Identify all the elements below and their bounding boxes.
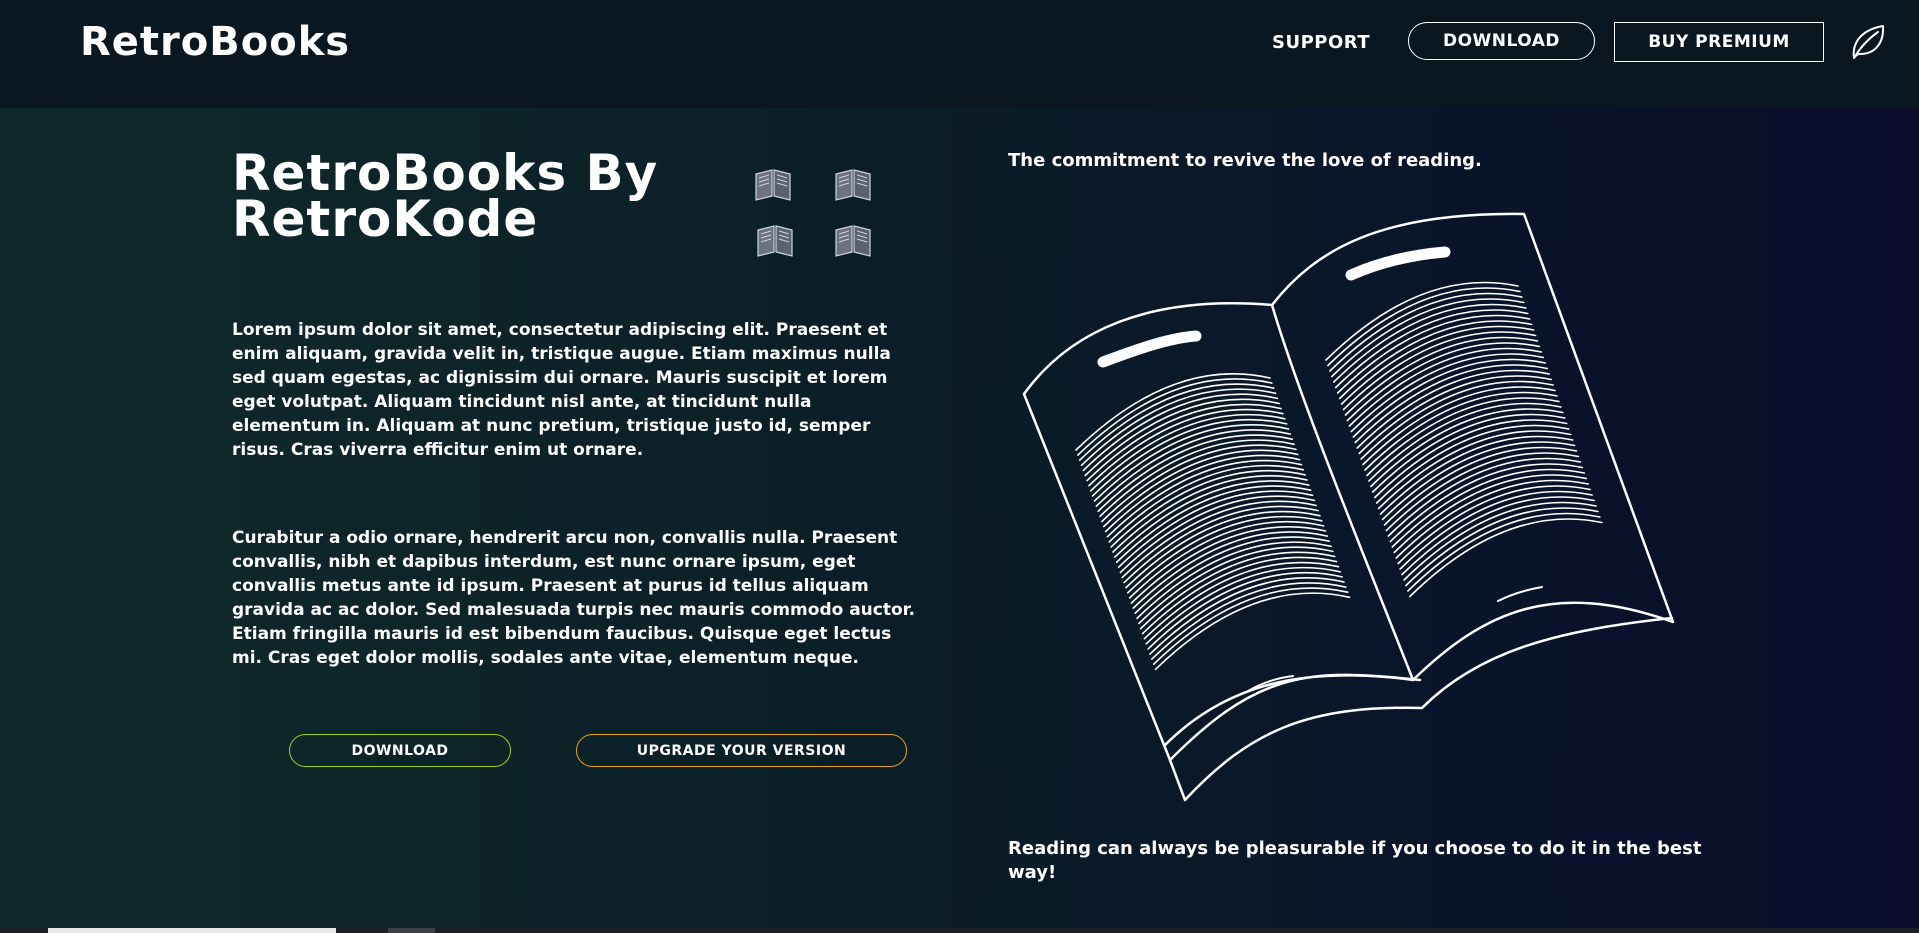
- intro-paragraph-2: Curabitur a odio ornare, hendrerit arcu …: [232, 528, 916, 668]
- nav-support-link[interactable]: SUPPORT: [1272, 32, 1370, 54]
- intro-paragraph-1: Lorem ipsum dolor sit amet, consectetur …: [232, 320, 891, 460]
- hero-title-line-2: RetroKode: [232, 190, 539, 248]
- site-logo[interactable]: RetroBooks: [80, 16, 350, 68]
- book-icon: [833, 166, 873, 202]
- book-icon: [833, 222, 873, 258]
- nav-download-button[interactable]: DOWNLOAD: [1408, 22, 1595, 60]
- tagline-top: The commitment to revive the love of rea…: [1008, 150, 1482, 171]
- book-icon: [753, 166, 793, 202]
- nav-buy-premium-button[interactable]: BUY PREMIUM: [1614, 22, 1824, 62]
- upgrade-version-button[interactable]: UPGRADE YOUR VERSION: [576, 734, 907, 767]
- tagline-bottom: Reading can always be pleasurable if you…: [1008, 838, 1702, 883]
- hero-title: RetroBooks By RetroKode: [232, 148, 658, 244]
- horizontal-scrollbar-segment[interactable]: [388, 928, 435, 933]
- download-button[interactable]: DOWNLOAD: [289, 734, 511, 767]
- horizontal-scrollbar-thumb[interactable]: [48, 928, 336, 933]
- leaf-icon[interactable]: [1850, 22, 1886, 62]
- book-icon: [755, 222, 795, 258]
- open-book-illustration: [1000, 200, 1700, 820]
